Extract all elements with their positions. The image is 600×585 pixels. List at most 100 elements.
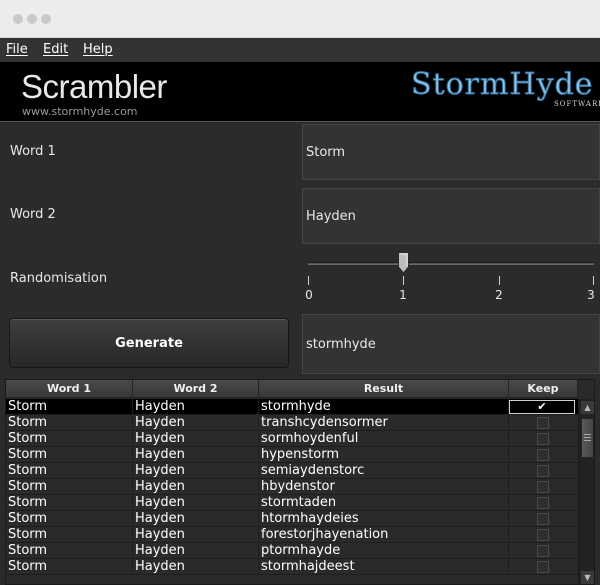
- cell-result: htormhaydeies: [259, 511, 509, 527]
- cell-word2: Hayden: [133, 399, 259, 415]
- cell-word1: Storm: [6, 431, 133, 447]
- slider-tick-label: 0: [305, 288, 313, 302]
- cell-word1: Storm: [6, 447, 133, 463]
- result-output[interactable]: [306, 336, 599, 352]
- table-row[interactable]: Storm Hayden stormhyde ✔: [6, 399, 578, 415]
- word1-input[interactable]: [306, 144, 599, 160]
- word2-input[interactable]: [306, 208, 599, 224]
- column-header-keep[interactable]: Keep: [509, 380, 578, 398]
- column-header-word1[interactable]: Word 1: [6, 380, 133, 398]
- cell-word2: Hayden: [133, 463, 259, 479]
- zoom-window-icon[interactable]: [41, 14, 51, 24]
- cell-result: stormhajdeest: [259, 559, 509, 575]
- grip-line: [584, 434, 591, 435]
- keep-checkbox[interactable]: [537, 529, 549, 541]
- keep-checkbox[interactable]: [537, 433, 549, 445]
- cell-word1: Storm: [6, 495, 133, 511]
- slider-tick: [593, 276, 594, 285]
- menu-bar: File Edit Help: [0, 38, 600, 62]
- cell-word1: Storm: [6, 415, 133, 431]
- table-row[interactable]: Storm Hayden stormtaden: [6, 495, 578, 511]
- randomisation-slider[interactable]: 0 1 2 3: [305, 252, 595, 304]
- cell-word2: Hayden: [133, 479, 259, 495]
- table-row[interactable]: Storm Hayden hypenstorm: [6, 447, 578, 463]
- table-scrollbar[interactable]: ▲ ▼: [578, 399, 594, 584]
- table-row[interactable]: Storm Hayden sormhoydenful: [6, 431, 578, 447]
- scroll-thumb[interactable]: [581, 418, 594, 458]
- cell-result: transhcydensormer: [259, 415, 509, 431]
- slider-tick-label: 3: [587, 288, 595, 302]
- keep-checkbox[interactable]: ✔: [509, 400, 575, 414]
- cell-word2: Hayden: [133, 495, 259, 511]
- keep-checkbox[interactable]: [537, 561, 549, 573]
- menu-edit[interactable]: Edit: [43, 42, 68, 57]
- app-banner: Scrambler www.stormhyde.com StormHyde SO…: [0, 62, 600, 122]
- word2-label: Word 2: [10, 207, 56, 222]
- cell-result: semiaydenstorc: [259, 463, 509, 479]
- cell-word2: Hayden: [133, 511, 259, 527]
- keep-checkbox[interactable]: [537, 497, 549, 509]
- table-row[interactable]: Storm Hayden stormhajdeest: [6, 559, 578, 575]
- column-header-result[interactable]: Result: [259, 380, 509, 398]
- word1-field-box: [302, 124, 600, 180]
- table-body: Storm Hayden stormhyde ✔ Storm Hayden transhcy…: [6, 399, 578, 575]
- scroll-down-arrow-icon[interactable]: ▼: [581, 571, 594, 584]
- cell-result: ptormhayde: [259, 543, 509, 559]
- table-header: Word 1 Word 2 Result Keep: [6, 380, 578, 398]
- results-table: Word 1 Word 2 Result Keep Storm Hayden sto…: [5, 379, 595, 585]
- cell-word1: Storm: [6, 463, 133, 479]
- cell-word1: Storm: [6, 511, 133, 527]
- randomisation-label: Randomisation: [10, 271, 108, 286]
- generate-button[interactable]: Generate: [9, 318, 289, 368]
- table-row[interactable]: Storm Hayden semiaydenstorc: [6, 463, 578, 479]
- word2-field-box: [302, 188, 600, 244]
- cell-word2: Hayden: [133, 431, 259, 447]
- cell-result: stormtaden: [259, 495, 509, 511]
- table-row[interactable]: Storm Hayden ptormhayde: [6, 543, 578, 559]
- app-url: www.stormhyde.com: [22, 105, 138, 118]
- cell-word1: Storm: [6, 479, 133, 495]
- column-header-word2[interactable]: Word 2: [133, 380, 259, 398]
- cell-word2: Hayden: [133, 559, 259, 575]
- keep-checkbox[interactable]: [537, 513, 549, 525]
- menu-help[interactable]: Help: [83, 42, 113, 57]
- minimize-window-icon[interactable]: [27, 14, 37, 24]
- stormhyde-logo: StormHyde SOFTWARE: [411, 67, 600, 109]
- keep-checkbox[interactable]: [537, 545, 549, 557]
- slider-thumb[interactable]: [398, 252, 409, 274]
- keep-checkbox[interactable]: [537, 481, 549, 493]
- cell-result: forestorjhayenation: [259, 527, 509, 543]
- keep-checkbox[interactable]: [537, 465, 549, 477]
- grip-line: [584, 440, 591, 441]
- cell-word2: Hayden: [133, 447, 259, 463]
- result-field-box: [302, 314, 600, 374]
- grip-line: [584, 437, 591, 438]
- cell-word2: Hayden: [133, 543, 259, 559]
- keep-checkbox[interactable]: [537, 417, 549, 429]
- table-row[interactable]: Storm Hayden hbydenstor: [6, 479, 578, 495]
- slider-tick-label: 1: [399, 288, 407, 302]
- scroll-up-arrow-icon[interactable]: ▲: [581, 401, 594, 414]
- slider-tick: [308, 276, 309, 285]
- app-title: Scrambler: [21, 68, 167, 105]
- cell-word1: Storm: [6, 399, 133, 415]
- word1-label: Word 1: [10, 144, 56, 159]
- cell-word1: Storm: [6, 527, 133, 543]
- slider-track[interactable]: [308, 262, 594, 265]
- table-row[interactable]: Storm Hayden forestorjhayenation: [6, 527, 578, 543]
- cell-word2: Hayden: [133, 527, 259, 543]
- cell-result: hypenstorm: [259, 447, 509, 463]
- logo-subtext: SOFTWARE: [554, 100, 600, 108]
- cell-word2: Hayden: [133, 415, 259, 431]
- table-row[interactable]: Storm Hayden htormhaydeies: [6, 511, 578, 527]
- close-window-icon[interactable]: [13, 14, 23, 24]
- keep-checkbox[interactable]: [537, 449, 549, 461]
- table-row[interactable]: Storm Hayden transhcydensormer: [6, 415, 578, 431]
- menu-file[interactable]: File: [6, 42, 28, 57]
- cell-result: hbydenstor: [259, 479, 509, 495]
- cell-result: stormhyde: [259, 399, 509, 415]
- slider-tick-label: 2: [495, 288, 503, 302]
- window-titlebar: [0, 0, 600, 38]
- slider-tick: [403, 276, 404, 285]
- cell-word1: Storm: [6, 543, 133, 559]
